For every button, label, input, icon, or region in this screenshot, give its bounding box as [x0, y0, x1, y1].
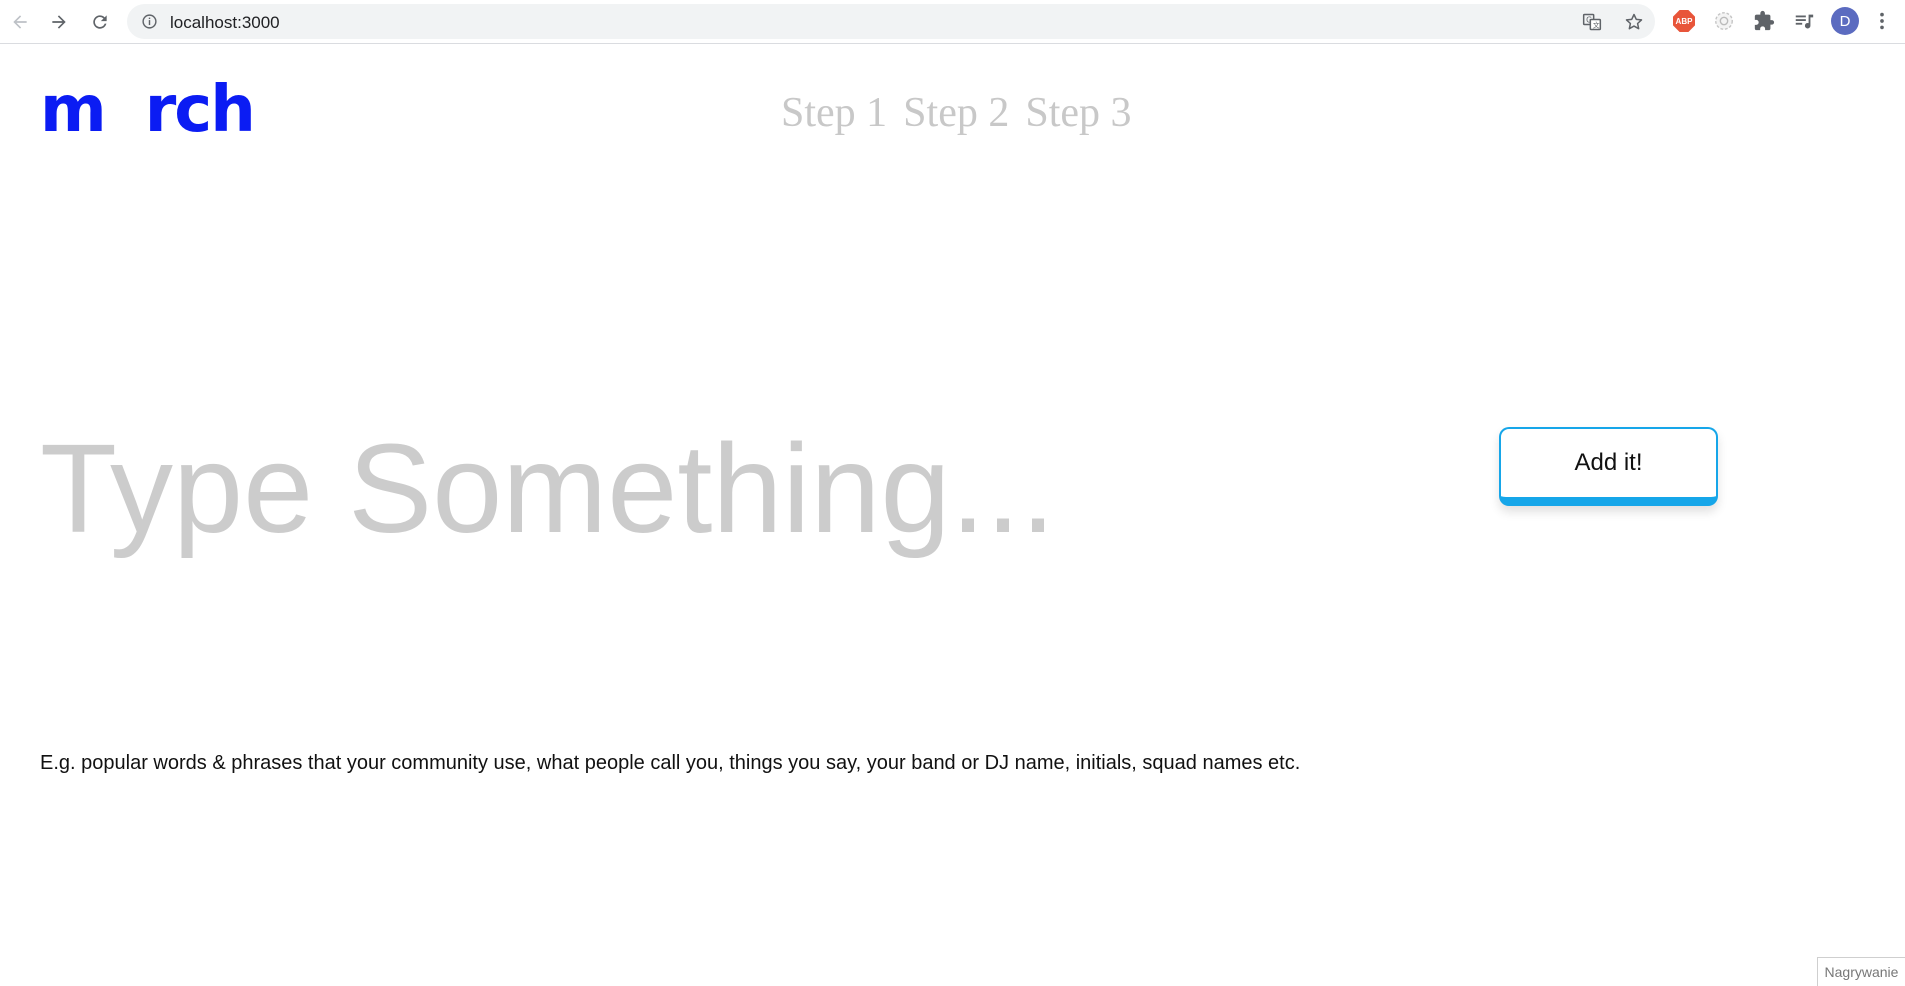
translate-icon[interactable]: G文 — [1582, 12, 1602, 32]
step-2[interactable]: Step 2 — [903, 92, 1009, 134]
profile-avatar[interactable]: D — [1831, 7, 1859, 35]
browser-toolbar: localhost:3000 G文 ABP D — [0, 0, 1905, 44]
step-1[interactable]: Step 1 — [781, 92, 887, 134]
brand-logo[interactable]: m rch — [40, 78, 256, 142]
reload-button[interactable] — [87, 9, 113, 35]
puzzle-extensions-icon[interactable] — [1752, 9, 1776, 33]
back-button[interactable] — [7, 9, 33, 35]
star-icon[interactable] — [1624, 12, 1644, 32]
logo-text-left: m — [40, 73, 107, 147]
back-arrow-icon — [13, 15, 27, 29]
kebab-menu-icon[interactable] — [1870, 9, 1894, 33]
url-text[interactable]: localhost:3000 — [170, 13, 280, 33]
adblock-icon[interactable]: ABP — [1672, 9, 1696, 33]
extension-circle-icon[interactable] — [1712, 9, 1736, 33]
address-bar[interactable]: localhost:3000 G文 — [127, 4, 1655, 39]
hint-text: E.g. popular words & phrases that your c… — [40, 752, 1301, 774]
media-queue-icon[interactable] — [1792, 9, 1816, 33]
info-icon[interactable] — [141, 13, 158, 30]
step-3[interactable]: Step 3 — [1025, 92, 1131, 134]
add-it-button[interactable]: Add it! — [1499, 427, 1718, 506]
forward-button[interactable] — [46, 9, 72, 35]
svg-text:文: 文 — [1593, 20, 1600, 29]
phrase-input[interactable] — [40, 418, 1140, 558]
step-nav: Step 1 Step 2 Step 3 — [781, 92, 1132, 134]
forward-arrow-icon — [52, 15, 66, 29]
recording-badge: Nagrywanie — [1817, 957, 1905, 986]
logo-text-right: rch — [144, 73, 256, 147]
reload-icon — [93, 15, 107, 29]
